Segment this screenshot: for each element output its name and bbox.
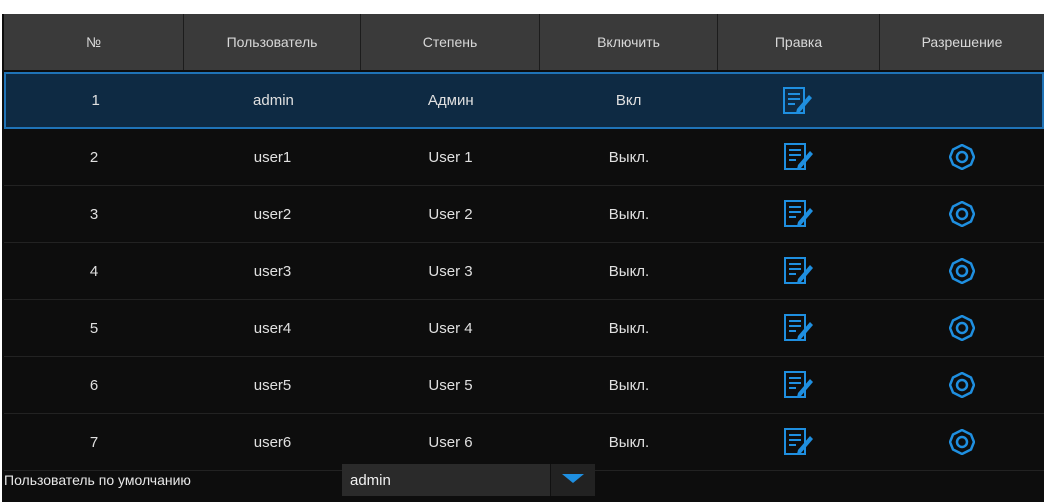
default-user-row: Пользователь по умолчанию admin	[4, 458, 1044, 502]
row-user: user5	[253, 376, 292, 394]
row-number: 5	[89, 319, 99, 337]
row-edit-cell	[718, 357, 880, 413]
row-edit-cell	[718, 186, 880, 242]
row-level: User 5	[428, 376, 473, 394]
edit-icon[interactable]	[784, 428, 814, 456]
gear-icon[interactable]	[949, 372, 975, 398]
edit-icon[interactable]	[782, 86, 813, 115]
row-edit-cell	[718, 300, 880, 356]
row-user: user2	[253, 205, 292, 223]
gear-icon[interactable]	[949, 201, 975, 227]
row-enabled: Выкл.	[608, 376, 650, 394]
row-level: User 4	[428, 319, 473, 337]
row-permission-cell	[880, 300, 1044, 356]
header-number: №	[4, 14, 184, 70]
row-enabled: Выкл.	[608, 205, 650, 223]
row-level: User 1	[428, 148, 473, 166]
row-user: user4	[253, 319, 292, 337]
row-level: User 2	[428, 205, 473, 223]
header-level: Степень	[361, 14, 540, 70]
row-enabled: Выкл.	[608, 148, 650, 166]
gear-icon[interactable]	[949, 429, 975, 455]
row-edit-cell	[718, 129, 880, 185]
row-level: User 3	[428, 262, 473, 280]
header-enable: Включить	[540, 14, 718, 70]
row-user: user3	[253, 262, 292, 280]
edit-icon[interactable]	[784, 200, 814, 228]
table-row[interactable]: 6 user5 User 5 Выкл.	[4, 357, 1044, 414]
edit-icon[interactable]	[784, 143, 814, 171]
table-row[interactable]: 5 user4 User 4 Выкл.	[4, 300, 1044, 357]
edit-icon[interactable]	[784, 257, 814, 285]
row-number: 3	[89, 205, 99, 223]
header-user: Пользователь	[184, 14, 361, 70]
edit-icon[interactable]	[784, 314, 814, 342]
row-permission-cell	[880, 129, 1044, 185]
user-management-window: № Пользователь Степень Включить Правка Р…	[0, 0, 1046, 502]
row-edit-cell	[718, 243, 880, 299]
row-number: 4	[89, 262, 99, 280]
row-enabled: Выкл.	[608, 262, 650, 280]
default-user-select[interactable]: admin	[342, 464, 595, 496]
edit-icon[interactable]	[784, 371, 814, 399]
table-row[interactable]: 2 user1 User 1 Выкл.	[4, 129, 1044, 186]
header-permission: Разрешение	[880, 14, 1044, 70]
user-table-body: 1 admin Админ Вкл 2 user1 User 1 Выкл. 3 user2 Use…	[4, 72, 1044, 471]
row-number: 1	[91, 92, 100, 109]
table-row[interactable]: 3 user2 User 2 Выкл.	[4, 186, 1044, 243]
chevron-down-icon	[562, 471, 584, 489]
gear-icon[interactable]	[949, 258, 975, 284]
dropdown-button[interactable]	[550, 464, 595, 496]
default-user-value[interactable]: admin	[342, 464, 550, 496]
row-number: 6	[89, 376, 99, 394]
default-user-label: Пользователь по умолчанию	[4, 472, 191, 488]
row-enabled: Вкл	[615, 92, 642, 109]
gear-icon[interactable]	[949, 144, 975, 170]
row-user: admin	[253, 92, 294, 109]
table-row[interactable]: 1 admin Админ Вкл	[4, 72, 1044, 129]
table-header: № Пользователь Степень Включить Правка Р…	[4, 14, 1044, 70]
row-permission-cell	[879, 74, 1042, 127]
header-edit: Правка	[718, 14, 880, 70]
row-permission-cell	[880, 186, 1044, 242]
table-row[interactable]: 4 user3 User 3 Выкл.	[4, 243, 1044, 300]
row-level: Админ	[427, 92, 474, 109]
row-edit-cell	[717, 74, 878, 127]
row-enabled: Выкл.	[608, 319, 650, 337]
row-user: user1	[253, 148, 292, 166]
gear-icon[interactable]	[949, 315, 975, 341]
row-permission-cell	[880, 357, 1044, 413]
row-number: 2	[89, 148, 99, 166]
row-permission-cell	[880, 243, 1044, 299]
